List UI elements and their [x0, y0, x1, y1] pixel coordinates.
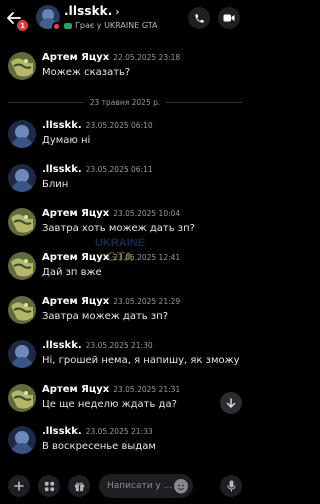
video-call-button[interactable] — [218, 7, 240, 29]
message-text: Ні, грошей нема, я напишу, як зможу — [42, 355, 240, 366]
user-avatar[interactable] — [8, 252, 36, 280]
apps-button[interactable] — [38, 475, 60, 497]
video-camera-icon — [223, 14, 235, 22]
gift-button[interactable] — [68, 475, 90, 497]
date-divider-label: 23 травня 2025 р. — [89, 97, 161, 107]
message-timestamp: 23.05.2025 21:30 — [85, 341, 153, 350]
user-avatar[interactable] — [8, 340, 36, 368]
message-text: Дай зп вже — [42, 267, 102, 278]
message-timestamp: 23.05.2025 21:31 — [113, 385, 181, 394]
message-input-placeholder: Написати у ... — [107, 481, 173, 491]
phone-icon — [194, 13, 204, 23]
message-author[interactable]: Артем Яцух — [42, 208, 109, 219]
user-avatar[interactable] — [8, 384, 36, 412]
message-text: Думаю ні — [42, 135, 91, 146]
message-timestamp: 23.05.2025 21:29 — [113, 297, 181, 306]
activity-status: Грає у UKRAINE GTA — [64, 21, 157, 30]
user-avatar[interactable] — [8, 120, 36, 148]
message-author[interactable]: Артем Яцух — [42, 296, 109, 307]
message-text: Завтра хоть можеж дать зп? — [42, 223, 195, 234]
message-author[interactable]: .llsskk. — [42, 120, 82, 131]
message-timestamp: 23.05.2025 06:10 — [85, 121, 153, 130]
message-text: Завтра можеж дать зп? — [42, 311, 169, 322]
voice-message-button[interactable] — [220, 475, 242, 497]
user-avatar[interactable] — [8, 164, 36, 192]
gift-icon — [74, 481, 84, 491]
svg-text:UKRAINE: UKRAINE — [95, 237, 145, 249]
message-text: В воскресенье выдам — [42, 441, 156, 452]
message-author[interactable]: Артем Яцух — [42, 252, 109, 263]
dnd-status-icon — [52, 22, 61, 31]
message-timestamp: 23.05.2025 10:04 — [113, 209, 181, 218]
user-avatar[interactable] — [8, 296, 36, 324]
plus-icon — [14, 481, 24, 491]
activity-text: Грає у UKRAINE GTA — [75, 21, 158, 30]
scroll-to-bottom-button[interactable] — [220, 392, 242, 414]
chevron-right-icon: › — [115, 7, 120, 18]
message-author[interactable]: .llsskk. — [42, 164, 82, 175]
message-text: Можеж сказать? — [42, 67, 131, 78]
message-author[interactable]: Артем Яцух — [42, 52, 109, 63]
user-avatar[interactable] — [8, 52, 36, 80]
voice-call-button[interactable] — [188, 7, 210, 29]
message-composer: Написати у ... — [0, 468, 250, 504]
game-controller-icon — [64, 22, 72, 29]
user-avatar[interactable] — [8, 208, 36, 236]
message-timestamp: 23.05.2025 21:33 — [85, 427, 153, 436]
header-username: .llsskk. — [64, 4, 113, 18]
message-list[interactable]: Артем Яцух 22.05.2025 23:18 Можеж сказать… — [0, 40, 250, 460]
message-timestamp: 23.05.2025 12:41 — [113, 253, 181, 262]
header-name-row[interactable]: .llsskk. › — [64, 4, 120, 18]
message-author[interactable]: Артем Яцух — [42, 384, 109, 395]
chat-header: 1 .llsskk. › Грає у UKRAINE GTA — [0, 0, 250, 36]
message-author[interactable]: .llsskk. — [42, 340, 82, 351]
emoji-icon[interactable] — [174, 479, 188, 494]
message-author[interactable]: .llsskk. — [42, 426, 82, 437]
add-attachment-button[interactable] — [8, 475, 30, 497]
message-timestamp: 23.05.2025 06:11 — [85, 165, 153, 174]
apps-grid-icon — [44, 481, 54, 491]
arrow-down-icon — [226, 398, 236, 408]
notification-badge: 1 — [17, 20, 28, 31]
message-timestamp: 22.05.2025 23:18 — [113, 53, 181, 62]
date-divider: 23 травня 2025 р. — [8, 96, 242, 108]
microphone-icon — [227, 480, 235, 492]
message-text: Це ще неделю ждать да? — [42, 399, 177, 410]
user-avatar[interactable] — [8, 426, 36, 454]
message-text: Блин — [42, 179, 69, 190]
